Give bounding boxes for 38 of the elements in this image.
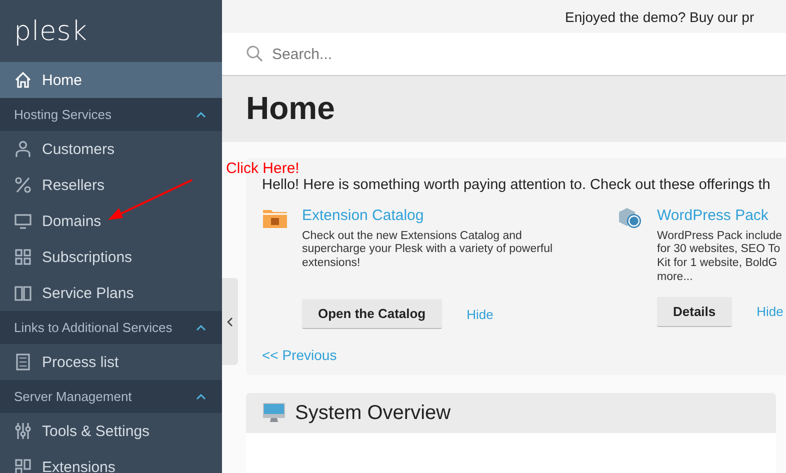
- sidebar-item[interactable]: Tools & Settings: [0, 413, 222, 449]
- sidebar-section-header[interactable]: Server Management: [0, 380, 222, 413]
- logo: plesk: [14, 16, 88, 46]
- search-bar[interactable]: Search...: [222, 33, 786, 76]
- monitor-icon: [14, 212, 32, 230]
- promo-message: Enjoyed the demo? Buy our pr: [565, 8, 754, 25]
- annotation-text: Click Here!: [226, 161, 300, 176]
- offer-description: WordPress Pack include for 30 websites, SEO To Kit for 1 website, BoldG more...: [657, 230, 784, 285]
- sidebar-item[interactable]: Extensions: [0, 449, 222, 473]
- panel-title: System Overview: [295, 402, 451, 424]
- offer-description: Check out the new Extensions Catalog and supercharge your Plesk with a variety of powerful extensions!: [302, 230, 553, 271]
- sidebar-item[interactable]: Home: [0, 62, 222, 98]
- offer-button[interactable]: Open the Catalog: [302, 299, 442, 329]
- offer-button[interactable]: Details: [657, 296, 732, 327]
- checklist-icon: [14, 353, 32, 371]
- search-field[interactable]: Search...: [272, 42, 572, 67]
- search-icon: [246, 45, 264, 64]
- sidebar-item[interactable]: Service Plans: [0, 275, 222, 311]
- sidebar-section-header[interactable]: Links to Additional Services: [0, 311, 222, 344]
- person-icon: [14, 140, 32, 158]
- book-icon: [14, 284, 32, 302]
- sidebar-item[interactable]: Process list: [0, 344, 222, 380]
- sidebar-item[interactable]: Domains: [0, 203, 222, 239]
- promo-intro: Hello! Here is something worth paying attention to. Check out these offerings th: [262, 176, 772, 193]
- collapse-sidebar-button[interactable]: [222, 278, 238, 365]
- sidebar-item[interactable]: Customers: [0, 131, 222, 167]
- sidebar-item[interactable]: Resellers: [0, 167, 222, 203]
- sliders-icon: [14, 422, 32, 440]
- monitor-icon: [262, 402, 286, 424]
- chevron-left-icon: [227, 316, 233, 326]
- page-title: Home: [246, 90, 335, 128]
- grid-icon: [14, 248, 32, 266]
- home-icon: [14, 71, 32, 89]
- percent-icon: [14, 176, 32, 194]
- sidebar-section-header[interactable]: Hosting Services: [0, 98, 222, 131]
- blocks-icon: [14, 458, 32, 473]
- sidebar-item[interactable]: Subscriptions: [0, 239, 222, 275]
- package-icon: [617, 206, 643, 229]
